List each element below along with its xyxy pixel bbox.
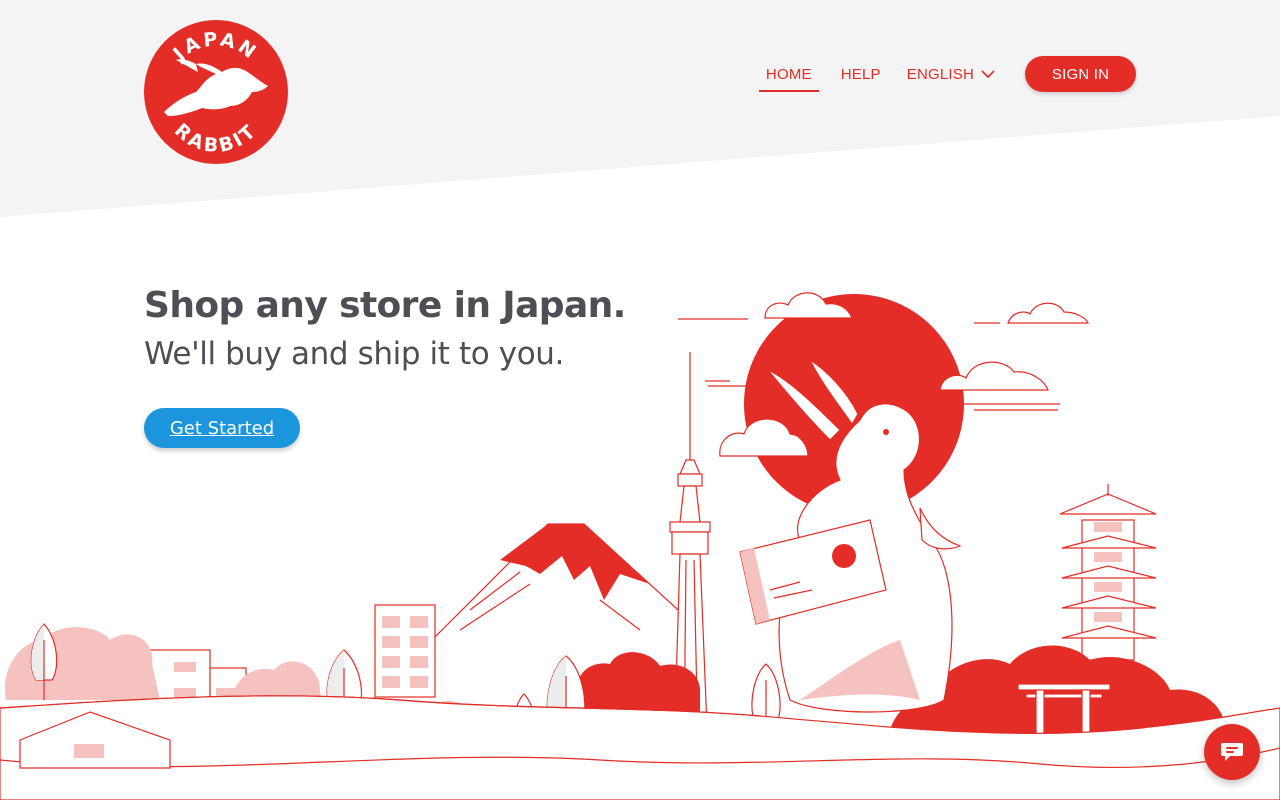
nav-home-link[interactable]: HOME	[758, 66, 819, 92]
sign-in-label: SIGN IN	[1051, 65, 1110, 83]
hero-subheadline: We'll buy and ship it to you.	[144, 336, 564, 372]
japan-rabbit-logo[interactable]: JAPAN RABBIT	[144, 20, 288, 164]
language-label: ENGLISH	[906, 65, 974, 83]
chat-bubble-icon	[1221, 743, 1243, 761]
chevron-down-icon	[981, 70, 995, 79]
get-started-button[interactable]: Get Started	[144, 408, 300, 448]
sign-in-button[interactable]: SIGN IN	[1025, 56, 1136, 92]
hero: Shop any store in Japan. We'll buy and s…	[144, 282, 626, 448]
hero-headline: Shop any store in Japan.	[144, 285, 626, 326]
chat-button[interactable]	[1204, 724, 1260, 780]
language-selector[interactable]: ENGLISH	[907, 66, 995, 83]
nav-help-link[interactable]: HELP	[841, 66, 881, 83]
main-nav: HOME HELP ENGLISH SIGN IN	[758, 56, 1136, 92]
